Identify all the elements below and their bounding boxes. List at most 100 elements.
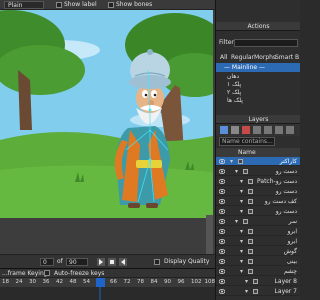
layer-type-icon (238, 159, 243, 164)
layer-row[interactable]: ▾ چشم (216, 267, 300, 276)
duplicate-layer-icon[interactable] (231, 126, 239, 134)
filter-input[interactable] (234, 39, 298, 47)
visibility-eye-icon[interactable] (219, 279, 225, 284)
expand-arrow-icon[interactable]: ▾ (240, 177, 243, 186)
layer-type-icon (243, 219, 248, 224)
visibility-eye-icon[interactable] (219, 189, 225, 194)
expand-arrow-icon[interactable]: ▾ (235, 167, 238, 176)
expand-arrow-icon[interactable]: ▾ (245, 277, 248, 286)
group-layer-icon[interactable] (264, 126, 272, 134)
layer-row[interactable]: ▾ ابرو (216, 227, 300, 236)
visibility-eye-icon[interactable] (219, 169, 225, 174)
layer-row[interactable]: ▾ کف دست رو (216, 197, 300, 206)
show-bones-checkbox[interactable]: Show bones (108, 1, 152, 9)
layer-row[interactable]: ▾ Layer 7 (216, 287, 300, 296)
visibility-eye-icon[interactable] (219, 159, 225, 164)
tab-frame-keying[interactable]: ...frame Keying (2, 269, 48, 278)
checkbox-icon (108, 1, 114, 8)
layer-list: ▾ کاراکتر ▾ دست رو ▾ دست رو-Patch ▾ دست رو ▾ کف د… (216, 157, 300, 300)
bone-layer-icon[interactable] (275, 126, 283, 134)
tab-regular[interactable]: Regular (231, 54, 254, 62)
layer-row[interactable]: ▾ دست رو-Patch (216, 177, 300, 186)
visibility-eye-icon[interactable] (219, 259, 225, 264)
frame-tick-label: 36 (42, 279, 50, 285)
action-item[interactable]: پلک ها (227, 97, 243, 105)
frame-tick-label: 72 (123, 279, 131, 285)
tab-morphs[interactable]: Morphs (254, 54, 276, 62)
visibility-eye-icon[interactable] (219, 219, 225, 224)
layer-type-icon (248, 239, 253, 244)
filter-label: Filter (219, 39, 234, 46)
layer-name: دست رو-Patch (257, 178, 297, 185)
expand-arrow-icon[interactable]: ▾ (245, 287, 248, 296)
expand-arrow-icon[interactable]: ▾ (240, 207, 243, 216)
auto-freeze-checkbox[interactable] (44, 270, 50, 276)
layer-type-icon (248, 209, 253, 214)
layer-list-header: Name (216, 148, 300, 157)
layer-search-input[interactable]: Name contains... (219, 137, 275, 146)
mainline-item[interactable]: — Mainline — (216, 63, 300, 72)
layer-row[interactable]: ▾ دست رو (216, 167, 300, 176)
end-frame-field[interactable]: 90 (66, 258, 88, 266)
layer-name: دست رو (275, 168, 297, 175)
tab-all[interactable]: All (220, 54, 227, 62)
canvas-viewport[interactable] (0, 10, 215, 254)
action-item[interactable]: دهان (227, 73, 239, 81)
layer-row[interactable]: ▾ کاراکتر (216, 157, 300, 166)
blend-mode-select[interactable]: Plain (4, 1, 44, 9)
scene-artwork[interactable] (0, 10, 213, 218)
visibility-eye-icon[interactable] (219, 209, 225, 214)
expand-arrow-icon[interactable]: ▾ (240, 237, 243, 246)
switch-layer-icon[interactable] (286, 126, 294, 134)
layer-settings-icon[interactable] (253, 126, 261, 134)
visibility-eye-icon[interactable] (219, 179, 225, 184)
action-item[interactable]: پلک ۱ (227, 81, 241, 89)
expand-arrow-icon[interactable]: ▾ (240, 267, 243, 276)
keyframe-track[interactable] (0, 287, 215, 300)
display-quality-toggle[interactable] (154, 259, 160, 265)
expand-arrow-icon[interactable]: ▾ (240, 247, 243, 256)
frame-tick-label: 30 (29, 279, 36, 285)
layer-name: دست رو (275, 188, 297, 195)
layer-name: گوش (283, 248, 297, 255)
checkbox-icon (56, 1, 62, 8)
layer-row[interactable]: ▾ بینی (216, 257, 300, 266)
expand-arrow-icon[interactable]: ▾ (240, 197, 243, 206)
new-layer-icon[interactable] (220, 126, 228, 134)
transport-icons (97, 258, 127, 266)
layers-toolbar (216, 124, 300, 136)
visibility-eye-icon[interactable] (219, 269, 225, 274)
current-frame-field[interactable]: 0 (40, 258, 54, 266)
layer-name: Layer 7 (274, 288, 297, 295)
visibility-eye-icon[interactable] (219, 229, 225, 234)
visibility-eye-icon[interactable] (219, 199, 225, 204)
layer-row[interactable]: ▾ سر (216, 217, 300, 226)
frame-tick-label: 84 (150, 279, 158, 285)
expand-arrow-icon[interactable]: ▾ (240, 187, 243, 196)
layer-type-icon (253, 279, 258, 284)
layer-row[interactable]: ▾ ابرو (216, 237, 300, 246)
canvas-scrollbar[interactable] (206, 215, 213, 254)
expand-arrow-icon[interactable]: ▾ (240, 257, 243, 266)
layer-row[interactable]: ▾ دست رو (216, 187, 300, 196)
layer-row[interactable]: ▾ Layer 8 (216, 277, 300, 286)
visibility-eye-icon[interactable] (219, 249, 225, 254)
layer-row[interactable]: ▾ دست رو (216, 207, 300, 216)
timeline-tabs: ...frame Keying Auto-freeze keys (0, 269, 215, 278)
expand-arrow-icon[interactable]: ▾ (230, 157, 233, 166)
playback-controls: 0 of 90 Display Quality (0, 254, 215, 268)
playhead[interactable] (96, 278, 105, 287)
layer-row[interactable]: ▾ گوش (216, 247, 300, 256)
frame-ruler[interactable]: 1824303642485460667278849096102108 (0, 278, 215, 287)
expand-arrow-icon[interactable]: ▾ (240, 227, 243, 236)
layer-name: چشم (283, 268, 297, 275)
blend-mode-value: Plain (8, 2, 23, 9)
visibility-eye-icon[interactable] (219, 239, 225, 244)
show-label-checkbox[interactable]: Show label (56, 1, 97, 9)
tab-smart-bones[interactable]: Smart B (275, 54, 299, 62)
expand-arrow-icon[interactable]: ▾ (235, 217, 238, 226)
visibility-eye-icon[interactable] (219, 289, 225, 294)
display-quality-label: Display Quality (164, 258, 210, 265)
action-item[interactable]: پلک ۲ (227, 89, 241, 97)
delete-layer-icon[interactable] (242, 126, 250, 134)
